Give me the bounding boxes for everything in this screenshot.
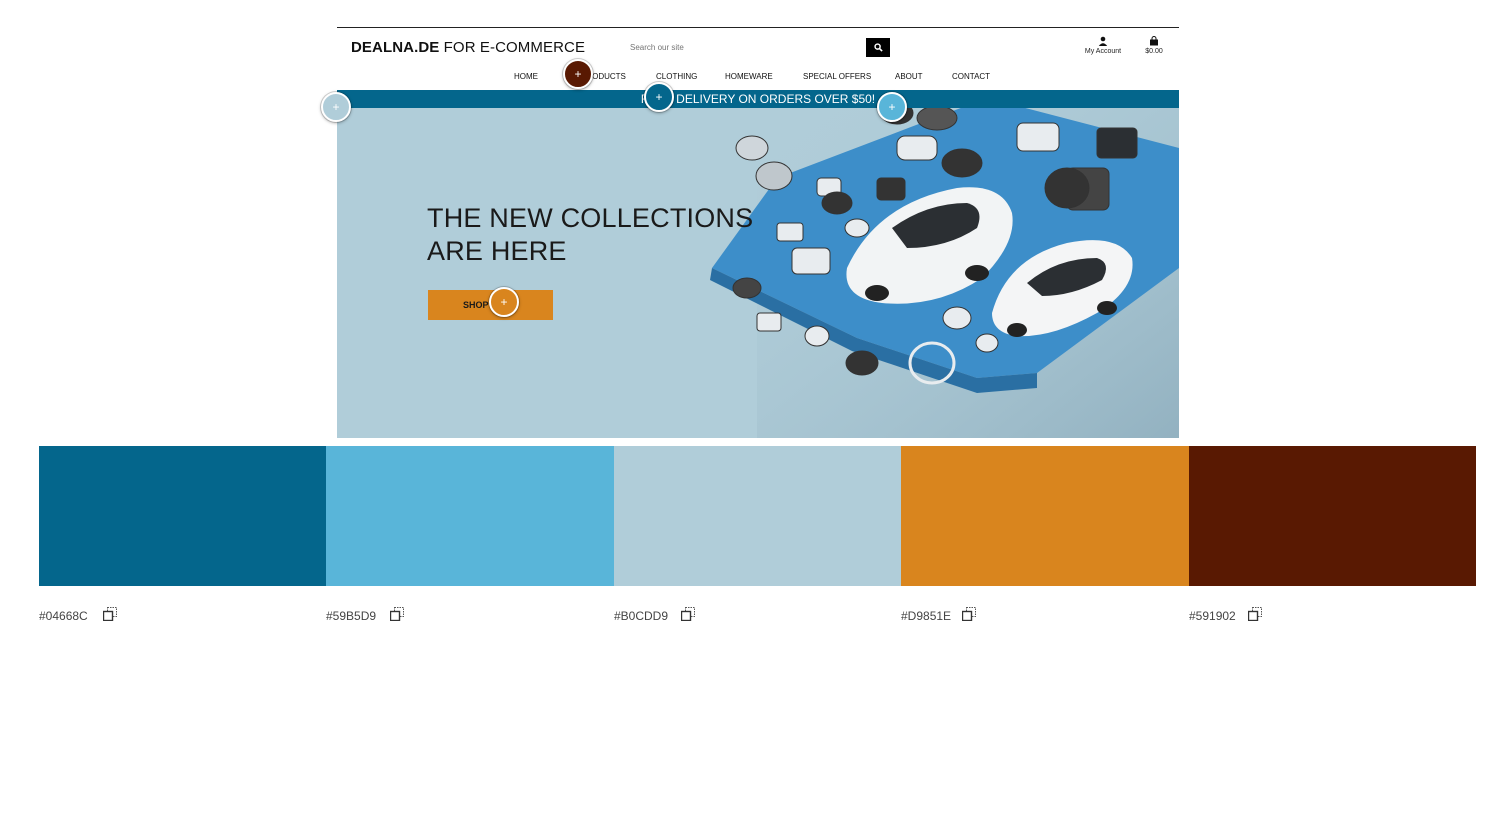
plus-icon: + [655,90,663,104]
palette-swatch-2[interactable] [326,446,614,586]
account-link[interactable]: My Account [1081,36,1125,55]
palette-swatch-5[interactable] [1189,446,1476,586]
copy-icon[interactable] [1248,607,1262,621]
palette-swatch-1[interactable] [39,446,327,586]
copy-icon[interactable] [390,607,404,621]
logo-bold-text: DEALNA.DE [351,39,440,56]
logo-rest-text: FOR E-COMMERCE [439,39,586,56]
hero-section: THE NEW COLLECTIONS ARE HERE SHOP NOW [337,108,1179,438]
plus-icon: + [574,67,582,81]
hero-title: THE NEW COLLECTIONS ARE HERE [427,202,753,268]
site-logo[interactable]: DEALNA.DE FOR E-COMMERCE [351,39,585,56]
palette-swatch-3[interactable] [614,446,902,586]
palette-code-2: #59B5D9 [326,609,377,623]
main-nav: HOME PRODUCTS CLOTHING HOMEWARE SPECIAL … [337,72,1179,88]
nav-homeware[interactable]: HOMEWARE [725,72,773,81]
nav-special-offers[interactable]: SPECIAL OFFERS [803,72,871,81]
color-pin-banner[interactable]: + [644,82,674,112]
nav-clothing[interactable]: CLOTHING [656,72,697,81]
plus-icon: + [332,100,340,114]
color-pin-banner-end[interactable]: + [877,92,907,122]
cart-link[interactable]: $0.00 [1139,36,1169,55]
palette-swatch-4[interactable] [901,446,1189,586]
website-preview: DEALNA.DE FOR E-COMMERCE My Account $0.0… [337,27,1179,438]
color-pin-hero-background[interactable]: + [321,92,351,122]
search-button[interactable] [866,38,890,57]
nav-contact[interactable]: CONTACT [952,72,990,81]
color-pin-products-nav[interactable]: + [563,59,593,89]
shopping-bag-icon [1150,36,1158,46]
palette-code-3: #B0CDD9 [614,609,669,623]
search-input[interactable] [624,38,862,57]
hero-title-line2: ARE HERE [427,236,567,266]
nav-home[interactable]: HOME [514,72,538,81]
search-icon [873,43,883,52]
nav-about[interactable]: ABOUT [895,72,923,81]
hero-title-line1: THE NEW COLLECTIONS [427,203,754,233]
palette-code-4: #D9851E [901,609,952,623]
cart-total: $0.00 [1145,48,1163,55]
palette-code-1: #04668C [39,609,88,623]
user-icon [1098,36,1108,46]
palette-code-5: #591902 [1189,609,1236,623]
copy-icon[interactable] [681,607,695,621]
promo-banner: FREE DELIVERY ON ORDERS OVER $50! [337,90,1179,108]
account-label: My Account [1084,48,1122,55]
plus-icon: + [888,100,896,114]
copy-icon[interactable] [962,607,976,621]
search-bar [624,38,890,57]
copy-icon[interactable] [103,607,117,621]
hero-product-image [710,108,1179,438]
plus-icon: + [500,295,508,309]
color-pin-shop-button[interactable]: + [489,287,519,317]
